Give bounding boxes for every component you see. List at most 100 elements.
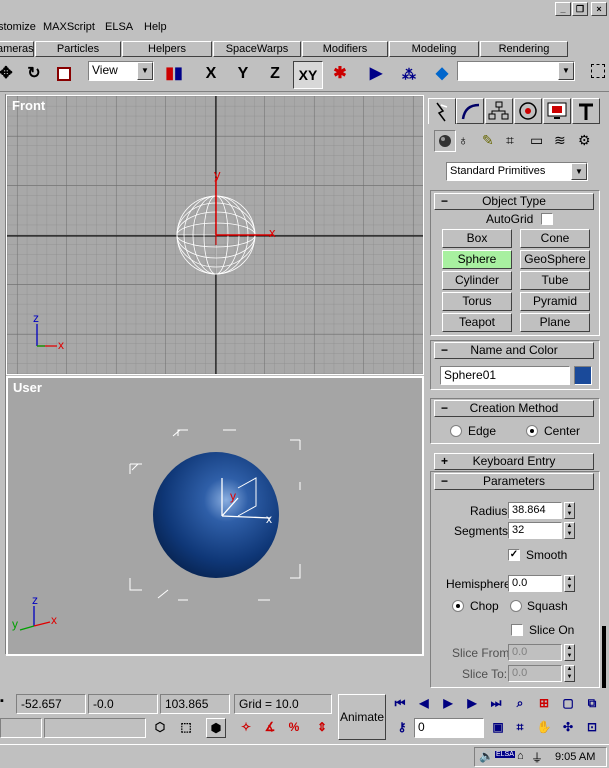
percent-snap-icon[interactable]: %: [284, 718, 304, 738]
slice-to-spinner[interactable]: ▲ ▼: [564, 665, 575, 682]
create-tab-icon[interactable]: [428, 98, 456, 124]
region-zoom-icon[interactable]: ⌗: [510, 718, 530, 738]
restore-button[interactable]: ❐: [572, 2, 588, 16]
axis-x-button[interactable]: X: [197, 61, 225, 89]
slice-to-input[interactable]: 0.0: [508, 665, 562, 682]
edge-radio[interactable]: [450, 425, 462, 437]
animate-button[interactable]: Animate: [338, 694, 386, 740]
parameters-rollout-header[interactable]: − Parameters: [434, 473, 594, 490]
object-name-input[interactable]: Sphere01: [440, 366, 570, 385]
cameras-icon[interactable]: ⌗: [506, 132, 526, 152]
sphere-object[interactable]: [153, 452, 279, 578]
maximize-viewport-icon[interactable]: ⊡: [582, 718, 602, 738]
motion-tab-icon[interactable]: [514, 98, 542, 124]
menu-maxscript[interactable]: MAXScript: [43, 21, 95, 33]
shapes-icon[interactable]: ♁: [458, 132, 478, 152]
speaker-icon[interactable]: 🔊: [479, 749, 494, 763]
reference-coord-select[interactable]: View ▼: [88, 61, 154, 81]
z-coordinate-field[interactable]: 103.865: [160, 694, 230, 714]
clock[interactable]: 9:05 AM: [555, 751, 595, 763]
zoom-all-icon[interactable]: ⊞: [534, 694, 554, 714]
cone-button[interactable]: Cone: [520, 229, 590, 248]
axis-z-button[interactable]: Z: [261, 61, 289, 89]
current-frame-input[interactable]: 0: [414, 718, 484, 738]
array-icon[interactable]: ⁂: [395, 61, 423, 89]
selection-region-icon[interactable]: [584, 61, 609, 89]
tab-helpers[interactable]: Helpers: [122, 41, 212, 57]
menu-elsa[interactable]: ELSA: [105, 21, 133, 33]
tab-cameras[interactable]: ameras: [0, 41, 34, 57]
geosphere-button[interactable]: GeoSphere: [520, 250, 590, 269]
goto-end-icon[interactable]: ⏭: [486, 694, 506, 714]
plane-button[interactable]: Plane: [520, 313, 590, 332]
command-panel-scrollbar[interactable]: [602, 626, 606, 688]
tab-spacewarps[interactable]: SpaceWarps: [213, 41, 301, 57]
next-frame-icon[interactable]: ▶: [462, 694, 482, 714]
close-button[interactable]: ×: [591, 2, 607, 16]
network-icon[interactable]: ⏚: [531, 749, 543, 766]
tab-modifiers[interactable]: Modifiers: [302, 41, 388, 57]
squash-radio[interactable]: [510, 600, 522, 612]
cylinder-button[interactable]: Cylinder: [442, 271, 512, 290]
object-color-swatch[interactable]: [574, 366, 592, 385]
axis-y-button[interactable]: Y: [229, 61, 257, 89]
name-color-rollout-header[interactable]: − Name and Color: [434, 342, 594, 359]
zoom-icon[interactable]: ⌕: [510, 694, 530, 714]
pivot-icon[interactable]: ▮▮: [160, 61, 188, 89]
tab-modeling[interactable]: Modeling: [389, 41, 479, 57]
snap-icon[interactable]: ✧: [236, 718, 256, 738]
creation-method-rollout-header[interactable]: − Creation Method: [434, 400, 594, 417]
radius-input[interactable]: 38.864: [508, 502, 562, 519]
minimize-button[interactable]: _: [555, 2, 571, 16]
lock-icon[interactable]: ▪: [0, 695, 10, 713]
hierarchy-tab-icon[interactable]: [485, 98, 513, 124]
category-select[interactable]: Standard Primitives ▼: [446, 162, 588, 181]
previous-frame-icon[interactable]: ◀: [414, 694, 434, 714]
object-type-rollout-header[interactable]: − Object Type: [434, 193, 594, 210]
degradation-override-icon[interactable]: ⬢: [206, 718, 226, 738]
hemisphere-spinner[interactable]: ▲ ▼: [564, 575, 575, 592]
hemisphere-input[interactable]: 0.0: [508, 575, 562, 592]
play-icon[interactable]: ▶: [438, 694, 458, 714]
axis-xy-button[interactable]: XY: [293, 61, 323, 89]
zoom-extents-all-icon[interactable]: ⧉: [582, 694, 602, 714]
zoom-extents-icon[interactable]: ▢: [558, 694, 578, 714]
keyboard-entry-rollout-header[interactable]: + Keyboard Entry: [434, 453, 594, 470]
spinner-snap-icon[interactable]: ⇕: [312, 718, 332, 738]
segments-input[interactable]: 32: [508, 522, 562, 539]
elsa-tray-icon[interactable]: ELSA: [495, 751, 515, 758]
time-config-icon[interactable]: ▣: [488, 718, 508, 738]
mirror-icon[interactable]: ▶: [362, 61, 390, 89]
tab-particles[interactable]: Particles: [35, 41, 121, 57]
move-icon[interactable]: ✥: [0, 61, 20, 89]
slice-on-checkbox[interactable]: [511, 624, 523, 636]
menu-customize[interactable]: stomize: [0, 21, 36, 33]
systems-icon[interactable]: ⚙: [578, 132, 598, 152]
pan-icon[interactable]: ✋: [534, 718, 554, 738]
angle-snap-icon[interactable]: ∡: [260, 718, 280, 738]
selection-lock-icon[interactable]: ⬡: [150, 718, 170, 738]
link-icon[interactable]: ✱: [326, 61, 354, 89]
chop-radio[interactable]: [452, 600, 464, 612]
tray-app-icon[interactable]: ⌂: [517, 750, 524, 762]
scale-icon[interactable]: [50, 61, 78, 89]
slice-from-input[interactable]: 0.0: [508, 644, 562, 661]
window-crossing-icon[interactable]: ⬚: [176, 718, 196, 738]
menu-help[interactable]: Help: [144, 21, 167, 33]
material-icon[interactable]: ◆: [428, 61, 456, 89]
radius-spinner[interactable]: ▲ ▼: [564, 502, 575, 519]
x-coordinate-field[interactable]: -52.657: [16, 694, 86, 714]
key-mode-icon[interactable]: ⚷: [392, 718, 412, 738]
arc-rotate-icon[interactable]: ✣: [558, 718, 578, 738]
rotate-icon[interactable]: ↻: [20, 61, 48, 89]
box-button[interactable]: Box: [442, 229, 512, 248]
user-viewport[interactable]: y x z x y User: [6, 376, 424, 656]
smooth-checkbox[interactable]: ✓: [508, 549, 520, 561]
slice-from-spinner[interactable]: ▲ ▼: [564, 644, 575, 661]
autogrid-checkbox[interactable]: [541, 213, 553, 225]
utilities-tab-icon[interactable]: [572, 98, 600, 124]
geometry-icon[interactable]: [434, 130, 456, 152]
front-viewport-label[interactable]: Front: [12, 98, 45, 113]
teapot-button[interactable]: Teapot: [442, 313, 512, 332]
torus-button[interactable]: Torus: [442, 292, 512, 311]
